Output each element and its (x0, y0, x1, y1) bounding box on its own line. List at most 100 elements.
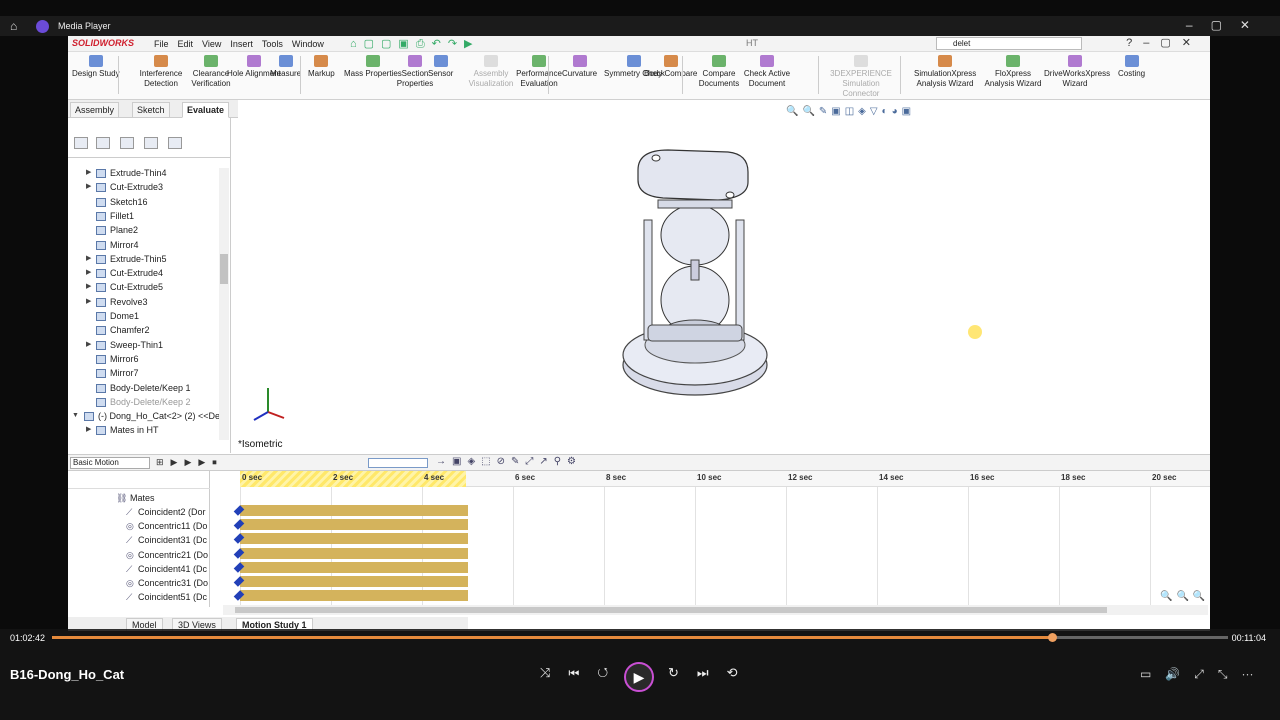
menu-item-window[interactable]: Window (292, 39, 324, 49)
tree-item-label: Sketch16 (110, 196, 148, 207)
tree-item-label: Revolve3 (110, 296, 148, 307)
mate-timeline-bar[interactable] (240, 505, 468, 516)
command-icon (204, 55, 218, 67)
expand-arrow-icon[interactable]: ▶ (86, 338, 91, 352)
command-icon (484, 55, 498, 67)
tree-item[interactable]: ▶ Cut-Extrude5 (68, 280, 231, 294)
tree-item[interactable]: ▼ (-) Dong_Ho_Cat<2> (2) <<De (68, 409, 231, 423)
tree-item[interactable]: ▶ Mates in HT (68, 423, 231, 437)
property-manager-icon[interactable] (96, 137, 110, 149)
sw-window-controls[interactable]: ?–▢✕ (1126, 36, 1202, 49)
search-input[interactable]: delet (936, 37, 1082, 50)
media-player-logo-icon (36, 20, 49, 33)
dimxpert-icon[interactable] (144, 137, 158, 149)
expand-arrow-icon[interactable]: ▶ (86, 166, 91, 180)
expand-arrow-icon[interactable]: ▶ (86, 423, 91, 437)
expand-arrow-icon[interactable]: ▶ (86, 295, 91, 309)
tree-item[interactable]: Mirror7 (68, 366, 231, 380)
tree-item[interactable]: ▶ Sweep-Thin1 (68, 338, 231, 352)
home-icon[interactable]: ⌂ (10, 19, 17, 33)
timeline-area[interactable] (68, 455, 1210, 607)
timeline-zoom-icons[interactable]: 🔍🔍🔍 (1160, 591, 1209, 602)
tree-item[interactable]: ▶ Extrude-Thin5 (68, 252, 231, 266)
solidworks-window: SOLIDWORKS File Edit View Insert Tools Window… (68, 36, 1210, 631)
total-time: 00:11:04 (1231, 633, 1266, 643)
command-driveworksxpress-wizard[interactable]: DriveWorksXpress Wizard (1044, 55, 1111, 89)
feature-tree-list: ▶ Extrude-Thin4 ▶ Cut-Extrude3 Sketch16 Fille… (68, 166, 220, 446)
command-check-active-document[interactable]: Check Active Document (736, 55, 798, 89)
timeline-scrollbar[interactable] (223, 605, 1208, 615)
mate-timeline-bar[interactable] (240, 547, 468, 559)
command-label: Costing (1118, 69, 1146, 78)
tree-item[interactable]: ▶ Cut-Extrude3 (68, 180, 231, 194)
expand-arrow-icon[interactable]: ▶ (86, 266, 91, 280)
tree-item[interactable]: Dome1 (68, 309, 231, 323)
display-manager-icon[interactable] (168, 137, 182, 149)
mate-timeline-bar[interactable] (240, 519, 468, 531)
feature-icon (96, 283, 106, 293)
tree-item[interactable]: Chamfer2 (68, 323, 231, 337)
feature-icon (96, 169, 106, 178)
document-name: HT (746, 38, 758, 48)
expand-arrow-icon[interactable]: ▶ (86, 180, 91, 194)
menu-item-view[interactable]: View (202, 39, 221, 49)
command-markup[interactable]: Markup (308, 55, 335, 79)
tree-item[interactable]: Sketch16 (68, 195, 231, 209)
tree-item-label: Mirror6 (110, 353, 139, 364)
tree-item[interactable]: Fillet1 (68, 209, 231, 223)
window-controls[interactable]: –▢✕ (1186, 18, 1268, 32)
feature-tree-icon[interactable] (74, 137, 88, 149)
feature-icon (84, 412, 94, 422)
collapse-arrow-icon[interactable]: ▼ (72, 409, 79, 423)
menu-item-file[interactable]: File (154, 39, 169, 49)
configuration-icon[interactable] (120, 137, 134, 149)
tree-item[interactable]: Body-Delete/Keep 2 (68, 395, 231, 409)
video-name: B16-Dong_Ho_Cat (10, 667, 125, 682)
feature-tree-scrollbar[interactable] (219, 168, 229, 440)
command-sensor[interactable]: Sensor (428, 55, 453, 79)
play-button[interactable]: ▶ (624, 662, 654, 692)
expand-arrow-icon[interactable]: ▶ (86, 280, 91, 294)
heads-up-view-toolbar[interactable]: 🔍🔍✎▣◫◈▽◐◕▣ (786, 106, 915, 117)
command-curvature[interactable]: Curvature (562, 55, 597, 79)
command-floxpress-analysis-wizard[interactable]: FloXpress Analysis Wizard (982, 55, 1044, 89)
tree-item[interactable]: Plane2 (68, 223, 231, 237)
feature-icon (96, 383, 106, 393)
tree-item[interactable]: Body-Delete/Keep 1 (68, 381, 231, 395)
command-icon (154, 55, 168, 67)
mate-timeline-bar[interactable] (240, 576, 468, 587)
tree-item[interactable]: ▶ Extrude-Thin4 (68, 166, 231, 180)
tree-item-label: Extrude-Thin4 (110, 168, 167, 178)
tab-evaluate[interactable]: Evaluate (182, 102, 230, 118)
mate-timeline-bar[interactable] (240, 533, 468, 545)
command-performance-evaluation[interactable]: Performance Evaluation (508, 55, 570, 89)
command-measure[interactable]: Measure (270, 55, 301, 79)
menu-item-insert[interactable]: Insert (230, 39, 253, 49)
media-player-titlebar: ⌂ Media Player –▢✕ (0, 16, 1280, 36)
expand-arrow-icon[interactable]: ▶ (86, 252, 91, 266)
seek-knob[interactable] (1047, 633, 1057, 642)
menu-item-tools[interactable]: Tools (262, 39, 283, 49)
mate-timeline-bar[interactable] (240, 590, 468, 602)
feature-icon (96, 312, 106, 321)
graphics-viewport[interactable]: 🔍🔍✎▣◫◈▽◐◕▣ (238, 100, 1210, 455)
command-costing[interactable]: Costing (1118, 55, 1145, 79)
hourglass-model[interactable] (608, 140, 788, 410)
command-label: DriveWorksXpress Wizard (1044, 69, 1111, 88)
transport-buttons[interactable]: ⤨⏮↺ (540, 665, 626, 681)
player-options[interactable]: ▭🔊⤢⤡⋯ (1140, 667, 1267, 682)
tree-item[interactable]: Mirror4 (68, 238, 231, 252)
tab-assembly[interactable]: Assembly (70, 102, 120, 118)
tree-item[interactable]: Mirror6 (68, 352, 231, 366)
command-design-study[interactable]: Design Study (72, 55, 120, 79)
quick-access-toolbar[interactable]: ⌂▢▢▣⎙↶↷▶ (350, 37, 480, 51)
seek-bar[interactable] (52, 633, 1228, 642)
feature-manager-tree: ▶ Extrude-Thin4 ▶ Cut-Extrude3 Sketch16 Fille… (68, 118, 231, 453)
transport-buttons-right[interactable]: ↻⏭⟲ (668, 665, 756, 681)
mate-timeline-bar[interactable] (240, 561, 468, 573)
tree-item[interactable]: ▶ Revolve3 (68, 295, 231, 309)
command-simulationxpress-analysis-wizard[interactable]: SimulationXpress Analysis Wizard (914, 55, 976, 89)
menu-item-edit[interactable]: Edit (178, 39, 194, 49)
tree-item[interactable]: ▶ Cut-Extrude4 (68, 266, 231, 280)
tab-sketch[interactable]: Sketch (132, 102, 170, 118)
